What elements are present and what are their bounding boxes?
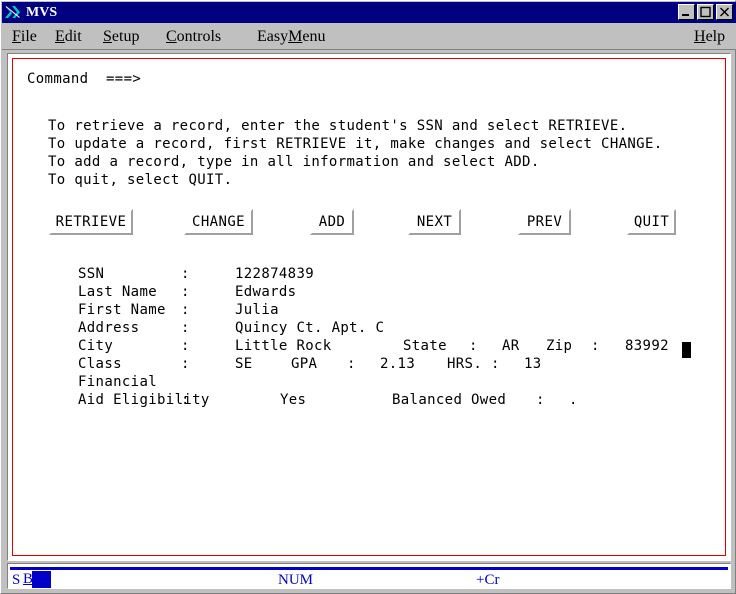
window-title: MVS <box>26 5 58 20</box>
menu-setup[interactable]: Setup <box>103 27 139 46</box>
status-cursor-block <box>32 571 51 588</box>
sep-balance-owed: : <box>536 392 545 408</box>
sep-zip: : <box>591 338 600 354</box>
value-state[interactable]: AR <box>502 338 520 354</box>
value-ssn[interactable]: 122874839 <box>235 266 314 282</box>
sep-aid-eligibility: : <box>181 392 190 408</box>
window-controls <box>678 4 733 20</box>
value-gpa[interactable]: 2.13 <box>380 356 415 372</box>
label-city: City <box>78 338 114 354</box>
value-last-name[interactable]: Edwards <box>235 284 296 300</box>
menu-easymenu[interactable]: EasyMenu <box>257 27 325 46</box>
close-button[interactable] <box>716 4 733 20</box>
terminal-screen[interactable]: Command ===> To retrieve a record, enter… <box>13 59 725 555</box>
instruction-line-4: To quit, select QUIT. <box>48 172 233 188</box>
sep-first-name: : <box>181 302 190 318</box>
menu-controls[interactable]: Controls <box>166 27 221 46</box>
command-prompt[interactable]: Command ===> <box>27 71 141 87</box>
instruction-line-3: To add a record, type in all information… <box>48 154 540 170</box>
add-button[interactable]: ADD <box>310 209 354 235</box>
label-aid-eligibility: Aid Eligibility <box>78 392 210 408</box>
maximize-button[interactable] <box>697 4 714 20</box>
label-class: Class <box>78 356 122 372</box>
value-zip[interactable]: 83992 <box>625 338 669 354</box>
label-gpa: GPA <box>291 356 318 372</box>
status-indicator-cr: +Cr <box>476 572 500 588</box>
label-financial: Financial <box>78 374 158 390</box>
x-logo-icon <box>3 3 23 22</box>
minimize-button[interactable] <box>678 4 695 20</box>
retrieve-button[interactable]: RETRIEVE <box>49 209 133 235</box>
change-button[interactable]: CHANGE <box>184 209 253 235</box>
value-city[interactable]: Little Rock <box>235 338 332 354</box>
label-address: Address <box>78 320 140 336</box>
mvs-terminal-window: MVS File Edit Setup Controls EasyMenu He… <box>0 0 736 594</box>
sep-gpa: : <box>347 356 356 372</box>
text-cursor <box>682 342 691 358</box>
menu-bar: File Edit Setup Controls EasyMenu Help <box>2 23 736 50</box>
sep-ssn: : <box>181 266 190 282</box>
title-bar: MVS <box>2 2 736 23</box>
sep-class: : <box>181 356 190 372</box>
value-first-name[interactable]: Julia <box>235 302 279 318</box>
sep-last-name: : <box>181 284 190 300</box>
value-aid-eligibility[interactable]: Yes <box>280 392 306 408</box>
label-state: State <box>403 338 447 354</box>
label-first-name: First Name <box>78 302 166 318</box>
menu-help[interactable]: Help <box>694 27 725 46</box>
menu-file[interactable]: File <box>12 27 37 46</box>
label-zip: Zip <box>546 338 573 354</box>
quit-button[interactable]: QUIT <box>627 209 676 235</box>
menu-edit[interactable]: Edit <box>55 27 82 46</box>
value-class[interactable]: SE <box>235 356 253 372</box>
sep-address: : <box>181 320 190 336</box>
status-indicator-s: S <box>12 572 21 588</box>
next-button[interactable]: NEXT <box>408 209 461 235</box>
value-hrs[interactable]: 13 <box>524 356 542 372</box>
sep-hrs: : <box>491 356 500 372</box>
sep-state: : <box>469 338 478 354</box>
sep-city: : <box>181 338 190 354</box>
label-last-name: Last Name <box>78 284 158 300</box>
status-indicator-num: NUM <box>278 572 314 588</box>
instruction-line-1: To retrieve a record, enter the student'… <box>48 118 628 134</box>
label-balance-owed: Balanced Owed <box>392 392 507 408</box>
label-ssn: SSN <box>78 266 105 282</box>
prev-button[interactable]: PREV <box>518 209 571 235</box>
instruction-line-2: To update a record, first RETRIEVE it, m… <box>48 136 663 152</box>
value-address[interactable]: Quincy Ct. Apt. C <box>235 320 384 336</box>
value-balance-owed[interactable]: . <box>569 392 578 408</box>
status-bar-rule <box>10 567 728 570</box>
label-hrs: HRS. <box>447 356 483 372</box>
